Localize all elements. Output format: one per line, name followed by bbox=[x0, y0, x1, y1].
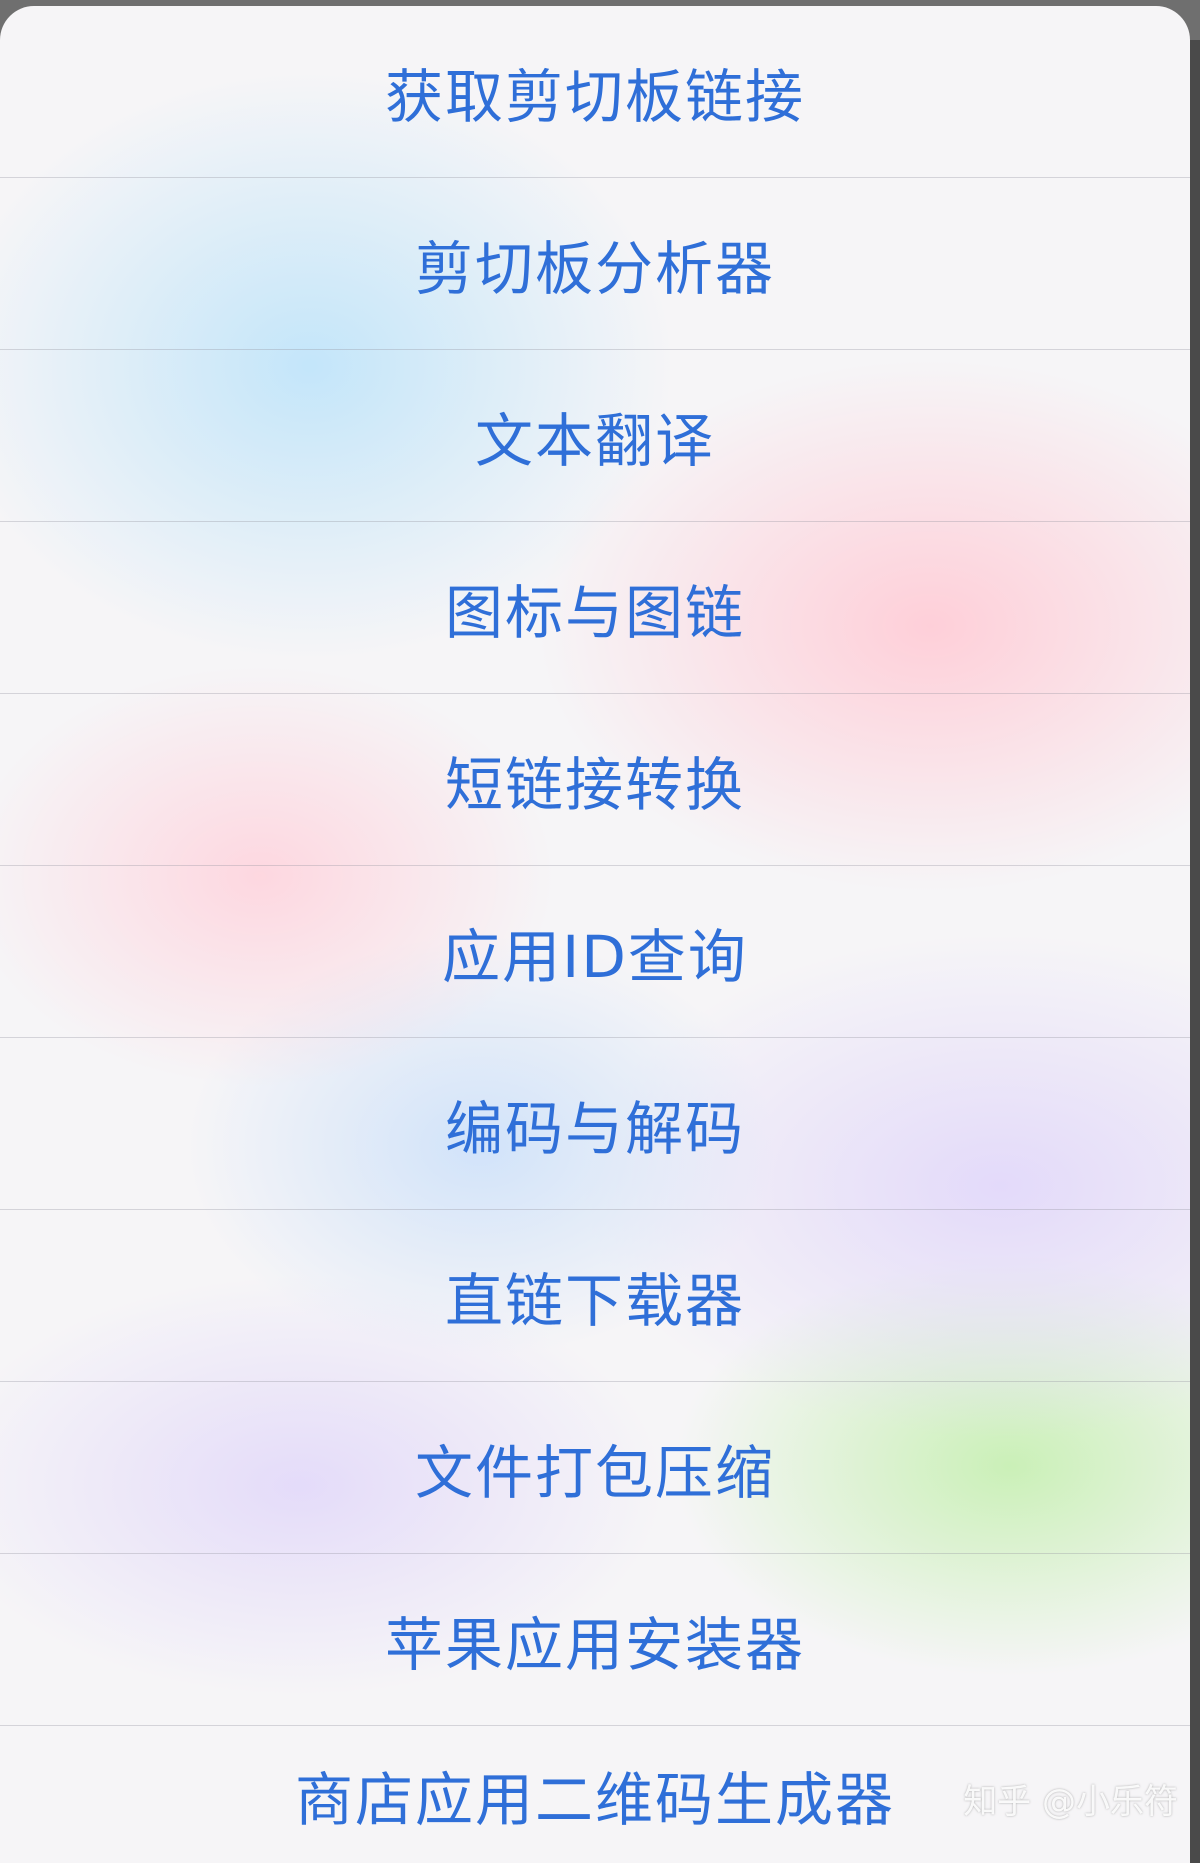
menu-item-app-id-lookup[interactable]: 应用ID查询 bbox=[0, 866, 1190, 1038]
menu-item-label: 短链接转换 bbox=[444, 750, 745, 819]
watermark: 知乎 @小乐符 bbox=[963, 1782, 1178, 1822]
menu-item-clipboard-analyzer[interactable]: 剪切板分析器 bbox=[0, 178, 1190, 350]
menu-item-file-archive[interactable]: 文件打包压缩 bbox=[0, 1382, 1190, 1554]
menu-item-short-link-convert[interactable]: 短链接转换 bbox=[0, 694, 1190, 866]
menu-item-direct-link-downloader[interactable]: 直链下载器 bbox=[0, 1210, 1190, 1382]
menu-item-label: 图标与图链 bbox=[444, 578, 745, 647]
menu-item-encode-decode[interactable]: 编码与解码 bbox=[0, 1038, 1190, 1210]
menu-item-label: 编码与解码 bbox=[444, 1094, 745, 1163]
menu-item-label: 苹果应用安装器 bbox=[384, 1610, 805, 1679]
menu-item-get-clipboard-link[interactable]: 获取剪切板链接 bbox=[0, 6, 1190, 178]
action-sheet: 获取剪切板链接 剪切板分析器 文本翻译 图标与图链 短链接转换 应用ID查询 编… bbox=[0, 6, 1190, 1863]
menu-item-label: 文本翻译 bbox=[474, 406, 715, 475]
menu-item-label: 获取剪切板链接 bbox=[384, 62, 805, 131]
menu-item-icons-and-image-links[interactable]: 图标与图链 bbox=[0, 522, 1190, 694]
menu-item-label: 直链下载器 bbox=[444, 1266, 745, 1335]
menu-item-text-translate[interactable]: 文本翻译 bbox=[0, 350, 1190, 522]
menu-item-label: 商店应用二维码生成器 bbox=[294, 1765, 895, 1834]
menu-item-apple-app-installer[interactable]: 苹果应用安装器 bbox=[0, 1554, 1190, 1726]
menu-item-label: 剪切板分析器 bbox=[414, 234, 775, 303]
menu-item-label: 应用ID查询 bbox=[442, 922, 748, 991]
menu-item-label: 文件打包压缩 bbox=[414, 1438, 775, 1507]
